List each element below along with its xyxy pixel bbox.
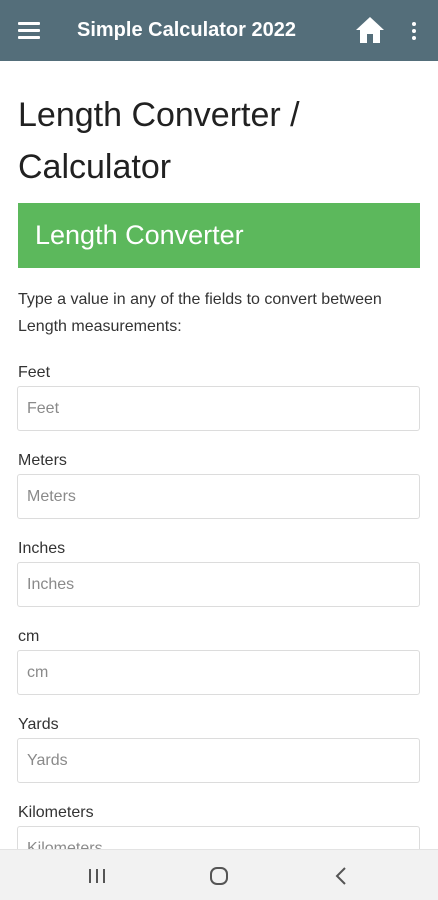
home-circle-icon[interactable] [205,863,233,889]
app-title: Simple Calculator 2022 [77,19,296,41]
inches-label: Inches [18,540,66,557]
feet-input[interactable] [17,386,420,431]
home-icon[interactable] [355,16,385,44]
kilometers-label: Kilometers [18,804,94,821]
page-title: Length Converter / Calculator [18,96,300,186]
system-nav-bar [0,849,438,900]
recent-apps-icon[interactable] [83,863,111,889]
feet-label: Feet [18,364,51,381]
yards-input[interactable] [17,738,420,783]
converter-banner: Length Converter [18,203,420,268]
inches-input[interactable] [17,562,420,607]
main-content: Length Converter / Calculator Length Con… [0,61,438,849]
menu-icon[interactable] [18,20,40,40]
more-vert-icon[interactable] [406,20,422,42]
cm-input[interactable] [17,650,420,695]
back-icon[interactable] [328,863,356,889]
intro-text: Type a value in any of the fields to con… [18,291,382,335]
app-bar: Simple Calculator 2022 [0,0,438,61]
yards-label: Yards [18,716,59,733]
meters-input[interactable] [17,474,420,519]
kilometers-input[interactable] [17,826,420,849]
meters-label: Meters [18,452,67,469]
cm-label: cm [18,628,40,645]
